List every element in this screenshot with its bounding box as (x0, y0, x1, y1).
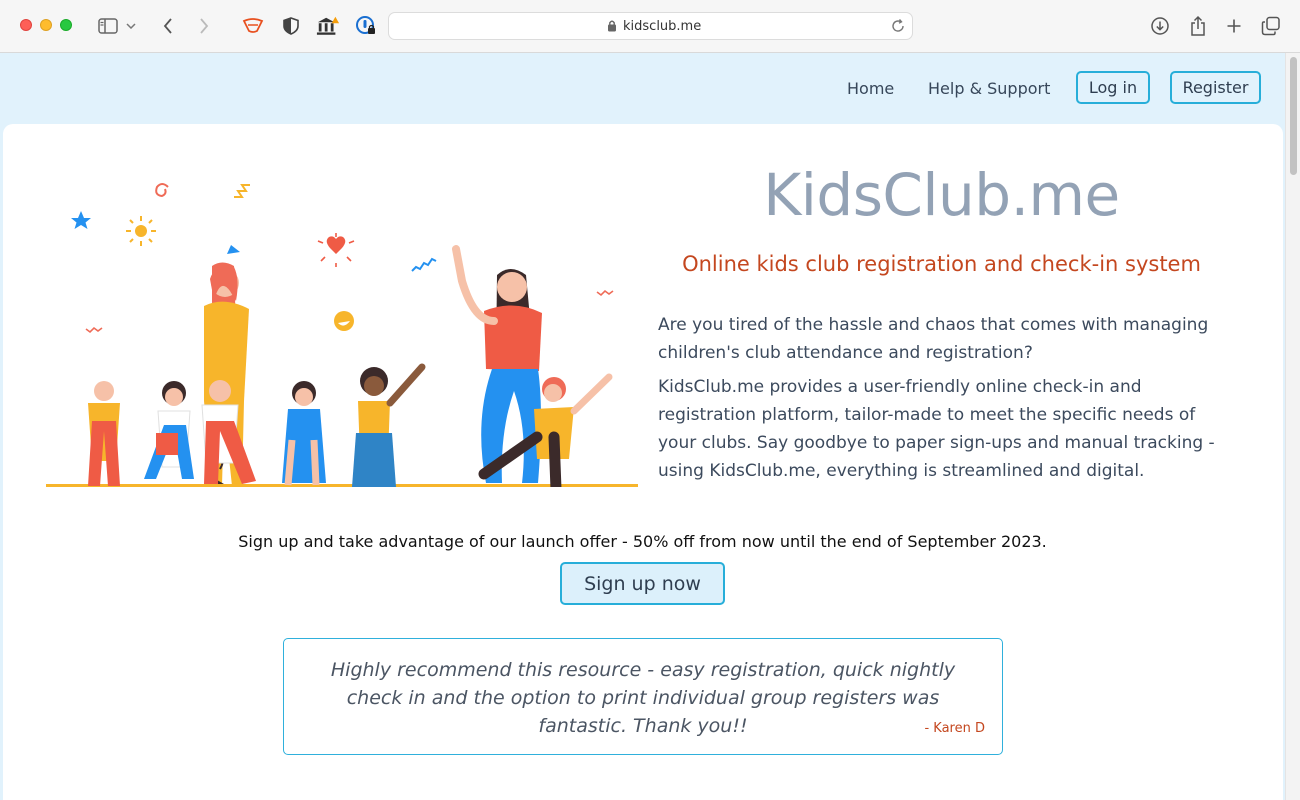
testimonial-box: Highly recommend this resource - easy re… (283, 638, 1003, 755)
login-button[interactable]: Log in (1076, 71, 1150, 104)
minimize-window-button[interactable] (40, 19, 52, 31)
nav-home-link[interactable]: Home (847, 79, 894, 98)
forward-icon[interactable] (192, 14, 216, 38)
password-icon[interactable] (354, 14, 378, 38)
nav-help-link[interactable]: Help & Support (928, 79, 1050, 98)
spiral-confetti-icon (155, 183, 169, 198)
description-paragraph: KidsClub.me provides a user-friendly onl… (658, 377, 1215, 481)
children-group (88, 363, 426, 487)
scrollbar-thumb[interactable] (1290, 57, 1297, 175)
sun-confetti-icon (135, 225, 147, 237)
shield-icon[interactable] (279, 14, 303, 38)
address-bar[interactable]: kidsclub.me (388, 12, 913, 40)
extension-icon[interactable] (241, 14, 265, 38)
lock-icon (607, 19, 617, 37)
chevron-down-icon[interactable] (124, 14, 138, 38)
ground-line (46, 484, 638, 487)
tabs-icon[interactable] (1259, 14, 1283, 38)
sign-up-now-button[interactable]: Sign up now (560, 562, 725, 605)
url-text: kidsclub.me (623, 19, 702, 34)
share-icon[interactable] (1186, 14, 1210, 38)
hero-illustration (46, 183, 638, 487)
heart-sun-confetti-icon (317, 233, 355, 267)
sidebar-icon[interactable] (96, 14, 120, 38)
testimonial-quote: Highly recommend this resource - easy re… (330, 659, 956, 737)
zigzag-confetti-icon (234, 184, 250, 198)
page-scrollbar[interactable] (1285, 53, 1300, 800)
site-title: KidsClub.me (763, 161, 1120, 229)
testimonial-author: - Karen D (924, 721, 985, 736)
zoom-window-button[interactable] (60, 19, 72, 31)
page-background: Home Help & Support Log in Register Kids… (0, 53, 1285, 800)
site-subtitle: Online kids club registration and check-… (682, 252, 1201, 276)
close-window-button[interactable] (20, 19, 32, 31)
bank-icon[interactable] (316, 14, 340, 38)
intro-paragraph: Are you tired of the hassle and chaos th… (658, 315, 1209, 363)
squiggle-right-icon (596, 289, 614, 297)
new-tab-icon[interactable] (1222, 14, 1246, 38)
download-icon[interactable] (1148, 14, 1172, 38)
launch-offer-text: Sign up and take advantage of our launch… (238, 532, 1047, 551)
smile-confetti-icon (334, 311, 354, 331)
register-button[interactable]: Register (1170, 71, 1261, 104)
triangle-confetti-icon (227, 245, 240, 254)
back-icon[interactable] (156, 14, 180, 38)
wave-confetti-icon (411, 257, 437, 272)
squiggle-left-icon (85, 326, 103, 334)
star-confetti-icon (71, 211, 91, 229)
reload-icon[interactable] (890, 18, 906, 39)
browser-toolbar: kidsclub.me (0, 0, 1300, 53)
